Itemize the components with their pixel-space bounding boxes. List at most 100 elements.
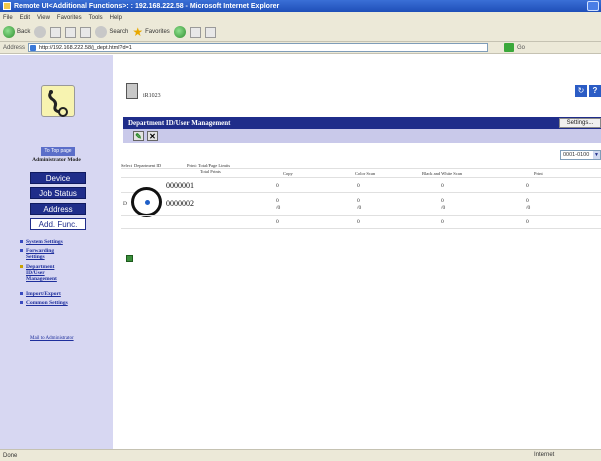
star-icon: ★: [132, 25, 144, 39]
logo[interactable]: [41, 85, 75, 117]
table-cell: 0: [441, 183, 444, 189]
mail-icon[interactable]: [189, 26, 201, 38]
menu-file[interactable]: File: [3, 15, 13, 21]
header-copy: Copy: [283, 171, 293, 176]
section-title: Department ID/User Management: [123, 117, 601, 129]
bullet-icon: [20, 265, 23, 268]
back-button[interactable]: Back: [3, 26, 30, 38]
menu-bar: File Edit View Favorites Tools Help: [0, 12, 601, 23]
device-name: iR1023: [143, 93, 161, 99]
radio-selected-indicator: [145, 200, 150, 205]
sidebar-item-label: System Settings: [26, 239, 63, 245]
mail-to-admin-link[interactable]: Mail to Administrator: [30, 336, 80, 341]
table-cell: 0: [276, 219, 279, 225]
row-divider: [121, 228, 601, 229]
back-label: Back: [17, 29, 31, 35]
table-cell: 0: [441, 198, 444, 204]
sidebar: To Top page Administrator Mode Device Jo…: [0, 55, 113, 449]
sidebar-item-label: Common Settings: [26, 300, 68, 306]
window-titlebar: Remote UI<Additional Functions>: : 192.1…: [0, 0, 601, 12]
status-bar: Done Internet: [0, 449, 601, 461]
status-text: Done: [3, 452, 18, 459]
address-input[interactable]: http://192.168.222.58/j_dept.html?d=1: [28, 43, 489, 52]
table-cell: /0: [441, 205, 446, 211]
bullet-icon: [20, 240, 23, 243]
header-print: Print: [534, 171, 543, 176]
sidebar-item-department-id[interactable]: Department ID/User Management: [20, 264, 66, 282]
sidebar-item-label: Department ID/User Management: [26, 264, 57, 282]
refresh-icon[interactable]: ↻: [575, 85, 587, 97]
row-divider: [121, 215, 601, 216]
sidebar-item-label: Forwarding Settings: [26, 248, 55, 260]
device-icon: [126, 83, 138, 99]
forward-button[interactable]: [34, 26, 47, 38]
menu-favorites[interactable]: Favorites: [57, 15, 82, 21]
table-cell: 0: [357, 219, 360, 225]
menu-help[interactable]: Help: [110, 15, 122, 21]
window-controls[interactable]: [587, 1, 599, 11]
back-icon[interactable]: [126, 255, 133, 262]
header-color-scan: Color Scan: [355, 171, 376, 176]
back-arrow-icon: [3, 26, 15, 38]
go-button[interactable]: Go: [517, 45, 525, 51]
mode-label: Administrator Mode: [32, 157, 81, 163]
sidebar-item-import-export[interactable]: Import/Export: [20, 291, 86, 297]
header-total-prints: Total Prints: [200, 169, 221, 174]
bullet-icon: [20, 249, 23, 252]
menu-view[interactable]: View: [37, 15, 50, 21]
table-cell: 0: [526, 198, 529, 204]
table-cell: 0: [526, 183, 529, 189]
menu-edit[interactable]: Edit: [20, 15, 30, 21]
to-top-page-button[interactable]: To Top page: [41, 147, 75, 156]
go-icon[interactable]: [504, 43, 515, 52]
edit-icon[interactable]: ✎: [133, 131, 144, 141]
header-divider: [121, 177, 601, 178]
address-label: Address: [3, 44, 26, 51]
action-bar: [123, 129, 601, 143]
table-cell: 0: [276, 198, 279, 204]
address-button[interactable]: Address: [30, 203, 86, 215]
table-cell: /0: [526, 205, 531, 211]
window-title: Remote UI<Additional Functions>: : 192.1…: [14, 2, 280, 10]
logo-icon: [48, 90, 68, 117]
settings-button[interactable]: Settings...: [559, 118, 601, 128]
browser-toolbar: Back Search ★ Favorites: [0, 23, 601, 42]
table-cell: /0: [357, 205, 362, 211]
print-icon[interactable]: [204, 26, 216, 38]
favorites-button[interactable]: ★ Favorites: [132, 26, 169, 38]
address-bar: Address http://192.168.222.58/j_dept.htm…: [0, 42, 601, 54]
table-cell: 0: [441, 219, 444, 225]
address-url: http://192.168.222.58/j_dept.html?d=1: [39, 45, 132, 51]
sidebar-item-forwarding-settings[interactable]: Forwarding Settings: [20, 248, 66, 260]
table-cell: 0: [276, 183, 279, 189]
row-marker: D: [123, 201, 127, 207]
favorites-label: Favorites: [145, 29, 170, 35]
sidebar-item-common-settings[interactable]: Common Settings: [20, 300, 96, 306]
delete-icon[interactable]: ✕: [147, 131, 158, 141]
home-icon[interactable]: [80, 26, 92, 38]
add-func-button[interactable]: Add. Func.: [30, 218, 86, 230]
search-label: Search: [109, 29, 129, 35]
media-icon[interactable]: [173, 26, 186, 38]
table-cell: 0: [357, 198, 360, 204]
table-cell: 0: [357, 183, 360, 189]
sidebar-item-label: Import/Export: [26, 291, 61, 297]
search-icon: [95, 26, 108, 38]
bullet-icon: [20, 301, 23, 304]
stop-icon[interactable]: [50, 26, 62, 38]
sidebar-item-system-settings[interactable]: System Settings: [20, 239, 86, 245]
page-icon: [30, 45, 37, 51]
device-button[interactable]: Device: [30, 172, 86, 184]
refresh-browser-icon[interactable]: [65, 26, 77, 38]
ie-window-icon: [3, 2, 11, 10]
job-status-button[interactable]: Job Status: [30, 187, 86, 199]
help-icon[interactable]: ?: [589, 85, 601, 97]
mail-to-admin-label: Mail to Administrator: [30, 336, 74, 341]
department-id: 0000002: [166, 199, 194, 208]
table-cell: /0: [276, 205, 281, 211]
main-content: iR1023 ↻ ? Department ID/User Management…: [113, 55, 601, 449]
menu-tools[interactable]: Tools: [89, 15, 103, 21]
range-value: 0001-0100: [563, 152, 590, 158]
range-select[interactable]: 0001-0100 ▼: [560, 150, 601, 160]
search-button[interactable]: Search: [95, 26, 128, 38]
